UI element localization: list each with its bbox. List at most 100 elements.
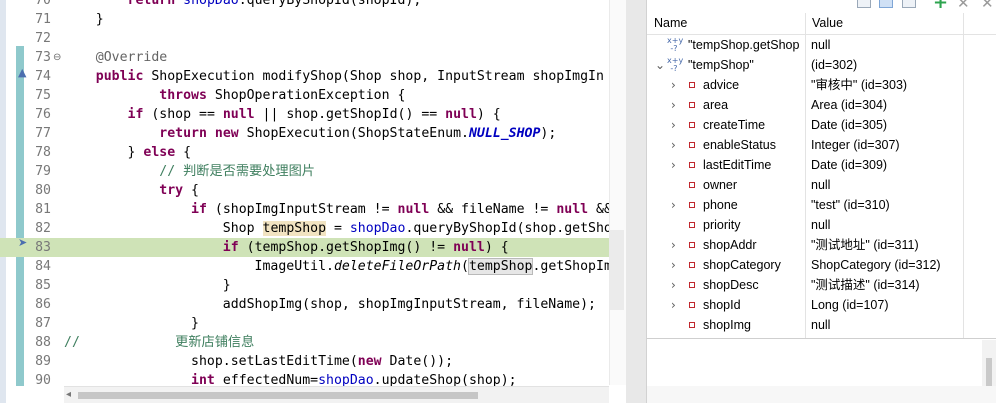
code-line[interactable]: 76 if (shop == null || shop.getShopId() … <box>0 105 626 124</box>
code-text[interactable]: shop.setLastEditTime(new Date()); <box>64 352 453 371</box>
variable-row[interactable]: priority null <box>647 215 996 235</box>
variables-horizontal-scrollbar[interactable] <box>647 386 996 403</box>
override-marker-icon[interactable]: ▲ <box>18 66 26 79</box>
private-field-icon <box>689 82 695 88</box>
code-line[interactable]: 85 } <box>0 276 626 295</box>
chevron-right-icon[interactable]: › <box>671 75 676 95</box>
code-line[interactable]: 73 ⊖ @Override <box>0 48 626 67</box>
code-line[interactable]: 87 } <box>0 314 626 333</box>
chevron-right-icon[interactable]: › <box>671 295 676 315</box>
chevron-right-icon[interactable]: › <box>671 135 676 155</box>
code-text[interactable]: // 判断是否需要处理图片 <box>64 162 315 181</box>
variable-row[interactable]: › enableStatus Integer (id=307) <box>647 135 996 155</box>
code-line[interactable]: 84 ImageUtil.deleteFileOrPath(tempShop.g… <box>0 257 626 276</box>
line-number: 74 <box>35 69 51 84</box>
variable-row[interactable]: shopImg null <box>647 315 996 335</box>
variable-row[interactable]: › shopId Long (id=107) <box>647 295 996 315</box>
overview-ruler[interactable] <box>609 0 626 385</box>
line-number: 84 <box>35 259 51 274</box>
variable-row[interactable]: owner null <box>647 175 996 195</box>
chevron-right-icon[interactable]: › <box>671 275 676 295</box>
variable-row[interactable]: ⌄ x+y -? "tempShop" (id=302) <box>647 55 996 75</box>
collapse-all-icon[interactable] <box>902 0 916 8</box>
variable-row[interactable]: › shopAddr "测试地址" (id=311) <box>647 235 996 255</box>
code-text[interactable]: return new ShopExecution(ShopStateEnum.N… <box>64 124 556 143</box>
chevron-right-icon[interactable]: › <box>671 115 676 135</box>
editor-horizontal-scrollbar[interactable]: ◂ <box>64 386 609 403</box>
code-line[interactable]: 70 return shopDao.queryByShopId(shopId); <box>0 0 626 10</box>
show-logical-structure-icon[interactable] <box>879 0 893 8</box>
code-line[interactable]: 86 addShopImg(shop, shopImgInputStream, … <box>0 295 626 314</box>
chevron-right-icon[interactable]: › <box>671 155 676 175</box>
variable-name: advice <box>703 78 740 92</box>
code-text[interactable]: if (tempShop.getShopImg() != null) { <box>64 238 509 257</box>
line-number: 87 <box>35 316 51 331</box>
code-text[interactable]: return shopDao.queryByShopId(shopId); <box>64 0 422 10</box>
chevron-right-icon[interactable]: › <box>671 255 676 275</box>
overview-ruler-thumb[interactable] <box>610 230 624 310</box>
code-line[interactable]: 88 // 更新店铺信息 <box>0 333 626 352</box>
show-type-names-icon[interactable] <box>857 0 871 8</box>
variable-value: "测试地址" (id=311) <box>811 238 919 252</box>
code-lines[interactable]: 70 return shopDao.queryByShopId(shopId);… <box>0 0 626 390</box>
variable-row[interactable]: x+y -? "tempShop.getShop null <box>647 35 996 55</box>
scrollbar-thumb[interactable] <box>986 358 992 388</box>
code-text[interactable]: if (shopImgInputStream != null && fileNa… <box>64 200 626 219</box>
current-code-line[interactable]: 83 if (tempShop.getShopImg() != null) { <box>0 238 626 257</box>
code-line[interactable]: 89 shop.setLastEditTime(new Date()); <box>0 352 626 371</box>
code-line[interactable]: 71 } <box>0 10 626 29</box>
close-icon[interactable]: ✕ <box>957 0 970 11</box>
code-line[interactable]: 74 public ShopExecution modifyShop(Shop … <box>0 67 626 86</box>
code-text[interactable]: } <box>64 276 231 295</box>
variable-row[interactable]: › lastEditTime Date (id=309) <box>647 155 996 175</box>
variable-row[interactable]: › createTime Date (id=305) <box>647 115 996 135</box>
code-text[interactable]: } <box>64 314 199 333</box>
variable-value: null <box>811 218 831 232</box>
code-editor[interactable]: 70 return shopDao.queryByShopId(shopId);… <box>0 0 626 403</box>
code-line[interactable]: 79 // 判断是否需要处理图片 <box>0 162 626 181</box>
column-separator[interactable] <box>805 13 806 34</box>
private-field-icon <box>689 162 695 168</box>
chevron-right-icon[interactable]: › <box>671 195 676 215</box>
code-line[interactable]: 72 <box>0 29 626 48</box>
line-number: 75 <box>35 88 51 103</box>
code-text[interactable]: } else { <box>64 143 192 162</box>
variable-row[interactable]: › advice "审核中" (id=303) <box>647 75 996 95</box>
variable-value: "审核中" (id=303) <box>811 78 908 92</box>
code-text[interactable]: Shop tempShop = shopDao.queryByShopId(sh… <box>64 219 626 238</box>
line-number: 83 <box>35 240 51 255</box>
chevron-down-icon[interactable]: ⌄ <box>655 55 665 75</box>
remove-all-icon[interactable]: ✕ <box>981 0 994 11</box>
value-column-header[interactable]: Value <box>812 15 843 32</box>
code-text[interactable]: // 更新店铺信息 <box>64 333 254 352</box>
code-text[interactable]: public ShopExecution modifyShop(Shop sho… <box>64 67 604 86</box>
scrollbar-thumb[interactable] <box>78 392 478 399</box>
code-text[interactable]: @Override <box>64 48 167 67</box>
code-text[interactable]: ImageUtil.deleteFileOrPath(tempShop.getS… <box>64 257 626 276</box>
code-line[interactable]: 82 Shop tempShop = shopDao.queryByShopId… <box>0 219 626 238</box>
variable-row[interactable]: › shopDesc "测试描述" (id=314) <box>647 275 996 295</box>
code-line[interactable]: 81 if (shopImgInputStream != null && fil… <box>0 200 626 219</box>
code-line[interactable]: 75 throws ShopOperationException { <box>0 86 626 105</box>
code-line[interactable]: 80 try { <box>0 181 626 200</box>
code-text[interactable]: if (shop == null || shop.getShopId() == … <box>64 105 501 124</box>
fold-toggle-icon[interactable]: ⊖ <box>53 48 61 67</box>
variables-view[interactable]: + ✕ ✕ Name Value x+y -? "tempShop.getShop n… <box>647 0 996 403</box>
code-line[interactable]: 77 return new ShopExecution(ShopStateEnu… <box>0 124 626 143</box>
code-line[interactable]: 78 } else { <box>0 143 626 162</box>
variable-row[interactable]: › shopCategory ShopCategory (id=312) <box>647 255 996 275</box>
view-separator[interactable] <box>626 0 647 403</box>
scroll-left-arrow-icon[interactable]: ◂ <box>66 389 71 400</box>
variable-value: Date (id=305) <box>811 118 888 132</box>
name-column-header[interactable]: Name <box>654 15 687 32</box>
chevron-right-icon[interactable]: › <box>671 235 676 255</box>
code-text[interactable]: try { <box>64 181 199 200</box>
code-text[interactable]: } <box>64 10 104 29</box>
variable-row[interactable]: › area Area (id=304) <box>647 95 996 115</box>
plus-icon[interactable]: + <box>933 0 948 12</box>
variable-row[interactable]: › phone "test" (id=310) <box>647 195 996 215</box>
column-separator[interactable] <box>963 13 964 34</box>
code-text[interactable]: addShopImg(shop, shopImgInputStream, fil… <box>64 295 596 314</box>
code-text[interactable]: throws ShopOperationException { <box>64 86 405 105</box>
chevron-right-icon[interactable]: › <box>671 95 676 115</box>
